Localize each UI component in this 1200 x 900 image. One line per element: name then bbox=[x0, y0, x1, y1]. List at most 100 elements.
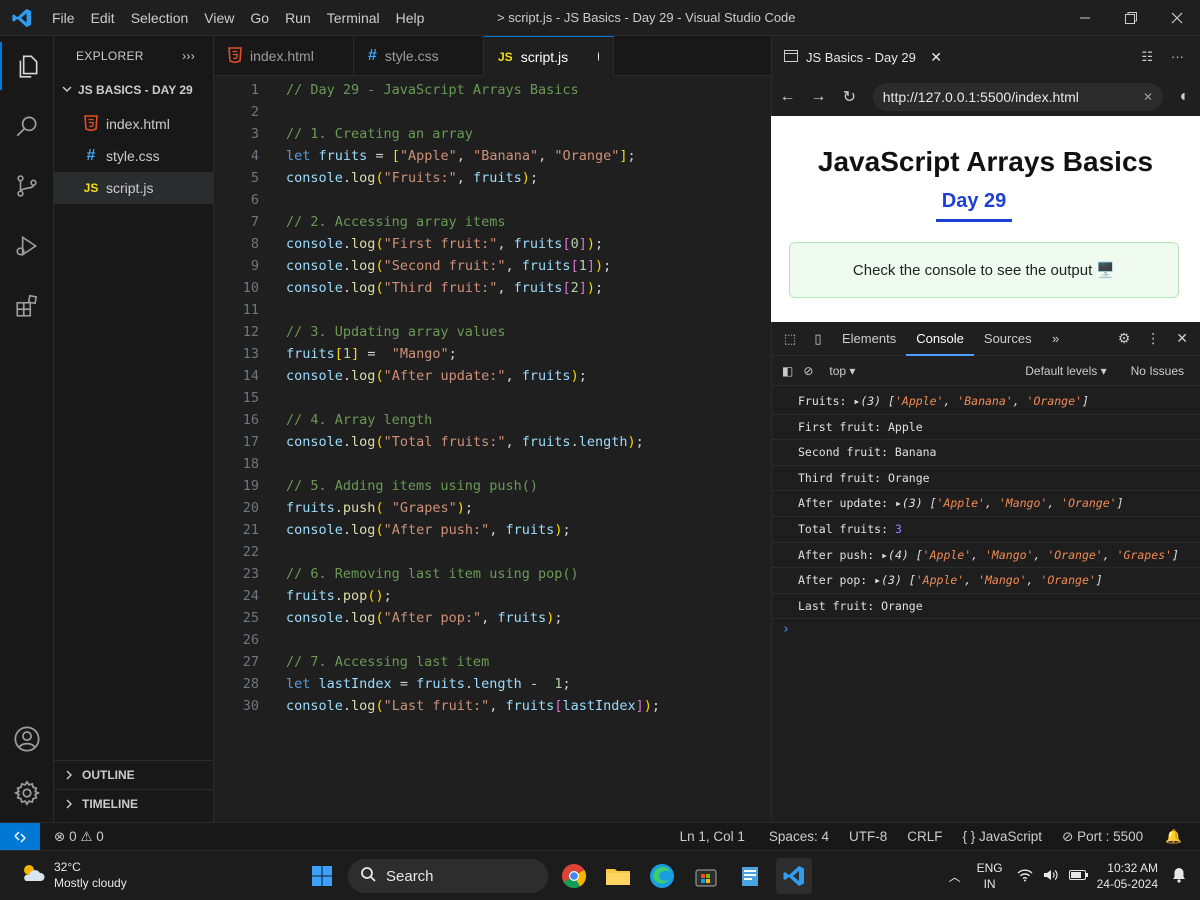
back-arrow-icon[interactable]: ← bbox=[772, 88, 803, 106]
menu-view[interactable]: View bbox=[196, 0, 242, 36]
devtools-toggle-icon[interactable]: ◐ bbox=[1169, 88, 1200, 106]
outline-section[interactable]: OUTLINE bbox=[54, 760, 214, 789]
unsaved-dot-icon[interactable] bbox=[598, 52, 599, 61]
css-file-icon: # bbox=[368, 47, 377, 64]
wifi-icon[interactable] bbox=[1017, 868, 1033, 885]
console-message[interactable]: Last fruit: Orange bbox=[772, 594, 1200, 620]
tab-elements[interactable]: Elements bbox=[832, 322, 906, 356]
menu-go[interactable]: Go bbox=[242, 0, 277, 36]
code-comment: // 5. Adding items using push() bbox=[286, 478, 538, 494]
search-icon[interactable] bbox=[0, 102, 54, 150]
tab-console[interactable]: Console bbox=[906, 322, 974, 356]
language-mode[interactable]: { } JavaScript bbox=[954, 829, 1050, 844]
more-options-icon[interactable]: ⋮ bbox=[1146, 330, 1160, 347]
weather-widget[interactable]: 32°C Mostly cloudy bbox=[20, 859, 127, 891]
file-style-css[interactable]: # style.css bbox=[54, 140, 213, 172]
devtools-tab-bar: ⬚ ▯ Elements Console Sources » ⚙ ⋮ ✕ bbox=[771, 322, 1200, 356]
console-message[interactable]: After push: ▸(4) ['Apple', 'Mango', 'Ora… bbox=[772, 543, 1200, 569]
taskbar-search[interactable]: Search bbox=[348, 859, 548, 893]
file-explorer-icon[interactable] bbox=[600, 858, 636, 894]
console-message[interactable]: Total fruits: 3 bbox=[772, 517, 1200, 543]
tab-index-html[interactable]: index.html bbox=[214, 36, 354, 76]
tab-script-js[interactable]: JS script.js bbox=[484, 36, 614, 76]
battery-icon[interactable] bbox=[1068, 869, 1089, 884]
notification-bell-icon[interactable] bbox=[1172, 867, 1186, 886]
reload-icon[interactable]: ↻ bbox=[834, 87, 865, 107]
log-levels-select[interactable]: Default levels ▾ bbox=[1025, 364, 1106, 378]
menu-help[interactable]: Help bbox=[388, 0, 433, 36]
more-actions-icon[interactable]: ··· bbox=[1171, 49, 1184, 65]
line-number: 2 bbox=[250, 104, 259, 120]
problems-indicator[interactable]: ⊗ 0 ⚠ 0 bbox=[46, 829, 112, 845]
file-script-js[interactable]: JS script.js bbox=[54, 172, 213, 204]
minimize-button[interactable] bbox=[1062, 0, 1108, 36]
run-debug-icon[interactable] bbox=[0, 222, 54, 270]
store-icon[interactable] bbox=[688, 858, 724, 894]
edge-icon[interactable] bbox=[644, 858, 680, 894]
notifications-bell-icon[interactable]: 🔔 bbox=[1157, 829, 1190, 845]
code-editor[interactable]: 1// Day 29 - JavaScript Arrays Basics 2 … bbox=[214, 76, 771, 822]
clear-console-icon[interactable]: ⊘ bbox=[803, 364, 813, 378]
issues-button[interactable]: No Issues bbox=[1131, 364, 1184, 378]
menu-edit[interactable]: Edit bbox=[83, 0, 123, 36]
notepad-icon[interactable] bbox=[732, 858, 768, 894]
menu-run[interactable]: Run bbox=[277, 0, 319, 36]
source-control-icon[interactable] bbox=[0, 162, 54, 210]
code-text: console.log("Total fruits:", fruits.leng… bbox=[286, 434, 644, 450]
settings-gear-icon[interactable]: ⚙ bbox=[1118, 330, 1131, 347]
menu-file[interactable]: File bbox=[44, 0, 83, 36]
activity-bar bbox=[0, 36, 54, 822]
console-message[interactable]: After update: ▸(3) ['Apple', 'Mango', 'O… bbox=[772, 491, 1200, 517]
context-select[interactable]: top ▾ bbox=[829, 364, 855, 378]
console-message[interactable]: After pop: ▸(3) ['Apple', 'Mango', 'Oran… bbox=[772, 568, 1200, 594]
explorer-icon[interactable] bbox=[0, 42, 54, 90]
extensions-icon[interactable] bbox=[0, 282, 54, 330]
expand-triangle-icon[interactable]: ▸ bbox=[895, 496, 902, 510]
url-input[interactable]: http://127.0.0.1:5500/index.html ✕ bbox=[872, 83, 1164, 111]
console-message[interactable]: Fruits: ▸(3) ['Apple', 'Banana', 'Orange… bbox=[772, 389, 1200, 415]
close-devtools-icon[interactable]: ✕ bbox=[1176, 330, 1188, 347]
encoding[interactable]: UTF-8 bbox=[841, 829, 895, 844]
windows-start-icon[interactable] bbox=[304, 858, 340, 894]
device-toolbar-icon[interactable]: ▯ bbox=[804, 331, 832, 347]
menu-terminal[interactable]: Terminal bbox=[319, 0, 388, 36]
inspect-element-icon[interactable]: ⬚ bbox=[776, 331, 804, 347]
code-text: let fruits = ["Apple", "Banana", "Orange… bbox=[286, 148, 636, 164]
remote-indicator-icon[interactable] bbox=[0, 822, 40, 851]
clear-url-icon[interactable]: ✕ bbox=[1143, 90, 1153, 104]
console-message[interactable]: Second fruit: Banana bbox=[772, 440, 1200, 466]
chrome-icon[interactable] bbox=[556, 858, 592, 894]
more-actions-icon[interactable]: ››› bbox=[182, 49, 195, 63]
console-message[interactable]: First fruit: Apple bbox=[772, 415, 1200, 441]
vscode-taskbar-icon[interactable] bbox=[776, 858, 812, 894]
vscode-logo-icon[interactable] bbox=[0, 0, 44, 36]
close-tab-icon[interactable]: ✕ bbox=[930, 49, 942, 66]
settings-gear-icon[interactable] bbox=[0, 769, 54, 817]
timeline-section[interactable]: TIMELINE bbox=[54, 789, 214, 818]
tab-style-css[interactable]: # style.css bbox=[354, 36, 484, 76]
workspace-folder[interactable]: JS BASICS - DAY 29 bbox=[54, 76, 213, 104]
indentation[interactable]: Spaces: 4 bbox=[761, 829, 837, 844]
console-prompt[interactable]: › bbox=[782, 622, 790, 637]
browser-tab[interactable]: JS Basics - Day 29 ✕ bbox=[772, 36, 952, 78]
more-tabs-icon[interactable]: » bbox=[1042, 331, 1070, 346]
line-ending[interactable]: CRLF bbox=[899, 829, 950, 844]
tab-sources[interactable]: Sources bbox=[974, 322, 1042, 356]
sidebar-toggle-icon[interactable]: ◧ bbox=[782, 364, 793, 378]
live-server-port[interactable]: ⊘ Port : 5500 bbox=[1054, 829, 1151, 845]
expand-triangle-icon[interactable]: ▸ bbox=[881, 548, 888, 562]
region-code: IN bbox=[983, 877, 996, 891]
file-index-html[interactable]: index.html bbox=[54, 108, 213, 140]
forward-arrow-icon[interactable]: → bbox=[803, 88, 834, 106]
restore-button[interactable] bbox=[1108, 0, 1154, 36]
cursor-position[interactable]: Ln 1, Col 1 bbox=[672, 829, 753, 844]
menu-selection[interactable]: Selection bbox=[123, 0, 197, 36]
chevron-up-icon[interactable]: ︿ bbox=[949, 868, 961, 885]
clock[interactable]: 10:32 AM 24-05-2024 bbox=[1097, 860, 1158, 892]
console-message[interactable]: Third fruit: Orange bbox=[772, 466, 1200, 492]
volume-icon[interactable] bbox=[1043, 868, 1059, 885]
input-language[interactable]: ENG IN bbox=[977, 860, 1003, 892]
split-editor-icon[interactable]: ☷ bbox=[1141, 49, 1153, 65]
account-icon[interactable] bbox=[0, 715, 54, 763]
close-window-button[interactable] bbox=[1154, 0, 1200, 36]
